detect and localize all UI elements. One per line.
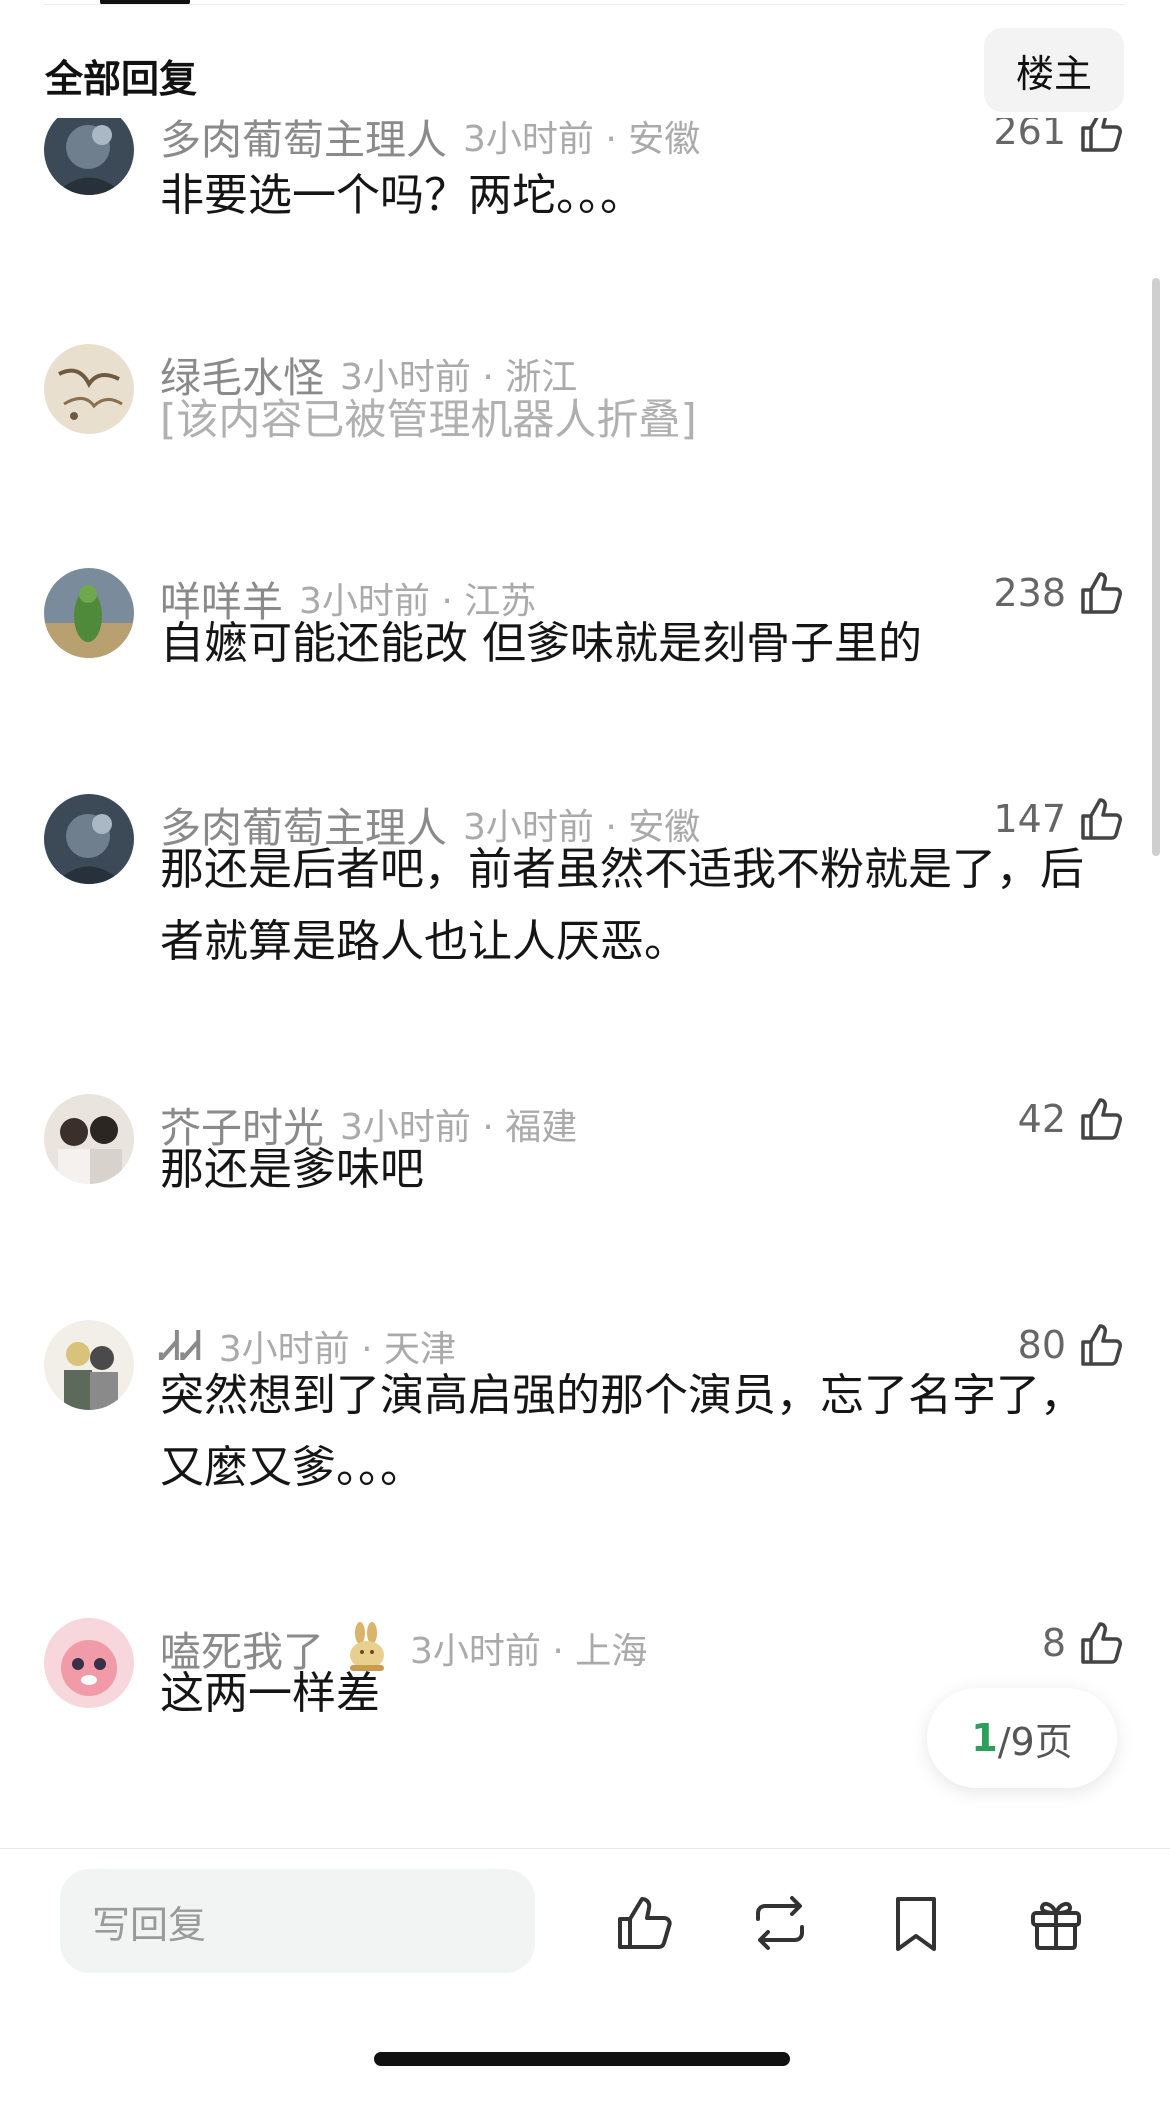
avatar[interactable] [44, 794, 134, 884]
avatar[interactable] [44, 1320, 134, 1410]
reply-input[interactable]: 写回复 [60, 1869, 535, 1973]
bottom-action-bar: 写回复 [0, 1848, 1170, 2111]
repost-icon[interactable] [748, 1891, 812, 1955]
like-count: 261 [993, 118, 1066, 153]
bookmark-icon[interactable] [884, 1891, 948, 1955]
avatar[interactable] [44, 344, 134, 434]
comment-meta: 3小时前 · 安徽 [463, 119, 701, 160]
avatar[interactable] [44, 118, 134, 195]
comment-text: 那还是后者吧，前者虽然不适我不粉就是了，后者就算是路人也让人厌恶。 [160, 844, 1084, 967]
home-indicator[interactable] [374, 2052, 790, 2066]
comment-username[interactable]: 多肉葡萄主理人 [160, 118, 447, 166]
avatar[interactable] [44, 1618, 134, 1708]
comment-page: 全部回复 楼主 多肉葡萄主理人 3小时前 · 安徽 261 非要选一个吗？两坨。… [0, 0, 1170, 2111]
comment-item: 绿毛水怪 3小时前 · 浙江 [该内容已被管理机器人折叠] [0, 344, 1170, 524]
page-indicator[interactable]: 1/9页 [927, 1688, 1117, 1788]
comment-list: 多肉葡萄主理人 3小时前 · 安徽 261 非要选一个吗？两坨。。。 绿毛水怪 … [0, 118, 1170, 1853]
top-divider [44, 4, 1126, 5]
comment-text: 突然想到了演高启强的那个演员，忘了名字了，又麼又爹。。。 [160, 1370, 1084, 1493]
comment-item: 多肉葡萄主理人 3小时前 · 安徽 147 那还是后者吧，前者虽然不适我不粉就是… [0, 794, 1170, 1024]
comment-text: 那还是爹味吧 [160, 1144, 424, 1195]
comment-text: 自嬷可能还能改 但爹味就是刻骨子里的 [160, 618, 922, 669]
comment-text: 非要选一个吗？两坨。。。 [160, 170, 644, 221]
avatar[interactable] [44, 568, 134, 658]
scrollbar[interactable] [1152, 278, 1160, 856]
comment-item: 咩咩羊 3小时前 · 江苏 238 自嬷可能还能改 但爹味就是刻骨子里的 [0, 568, 1170, 748]
comment-item: ᏗᏗ 3小时前 · 天津 80 突然想到了演高启强的那个演员，忘了名字了，又麼又… [0, 1320, 1170, 1550]
thumbs-up-icon [1081, 118, 1122, 152]
owner-filter-button[interactable]: 楼主 [984, 28, 1124, 112]
avatar[interactable] [44, 1094, 134, 1184]
current-page: 1 [971, 1716, 998, 1760]
replies-header: 全部回复 楼主 [0, 28, 1170, 114]
thumbs-up-icon[interactable] [612, 1891, 676, 1955]
folded-comment-text: [该内容已被管理机器人折叠] [160, 395, 697, 444]
comment-item: 芥子时光 3小时前 · 福建 42 那还是爹味吧 [0, 1094, 1170, 1274]
gift-icon[interactable] [1024, 1891, 1088, 1955]
total-pages: /9页 [997, 1719, 1073, 1764]
page-title: 全部回复 [45, 57, 198, 101]
comment-item: 多肉葡萄主理人 3小时前 · 安徽 261 非要选一个吗？两坨。。。 [0, 118, 1170, 288]
like-button[interactable]: 261 [993, 118, 1126, 156]
